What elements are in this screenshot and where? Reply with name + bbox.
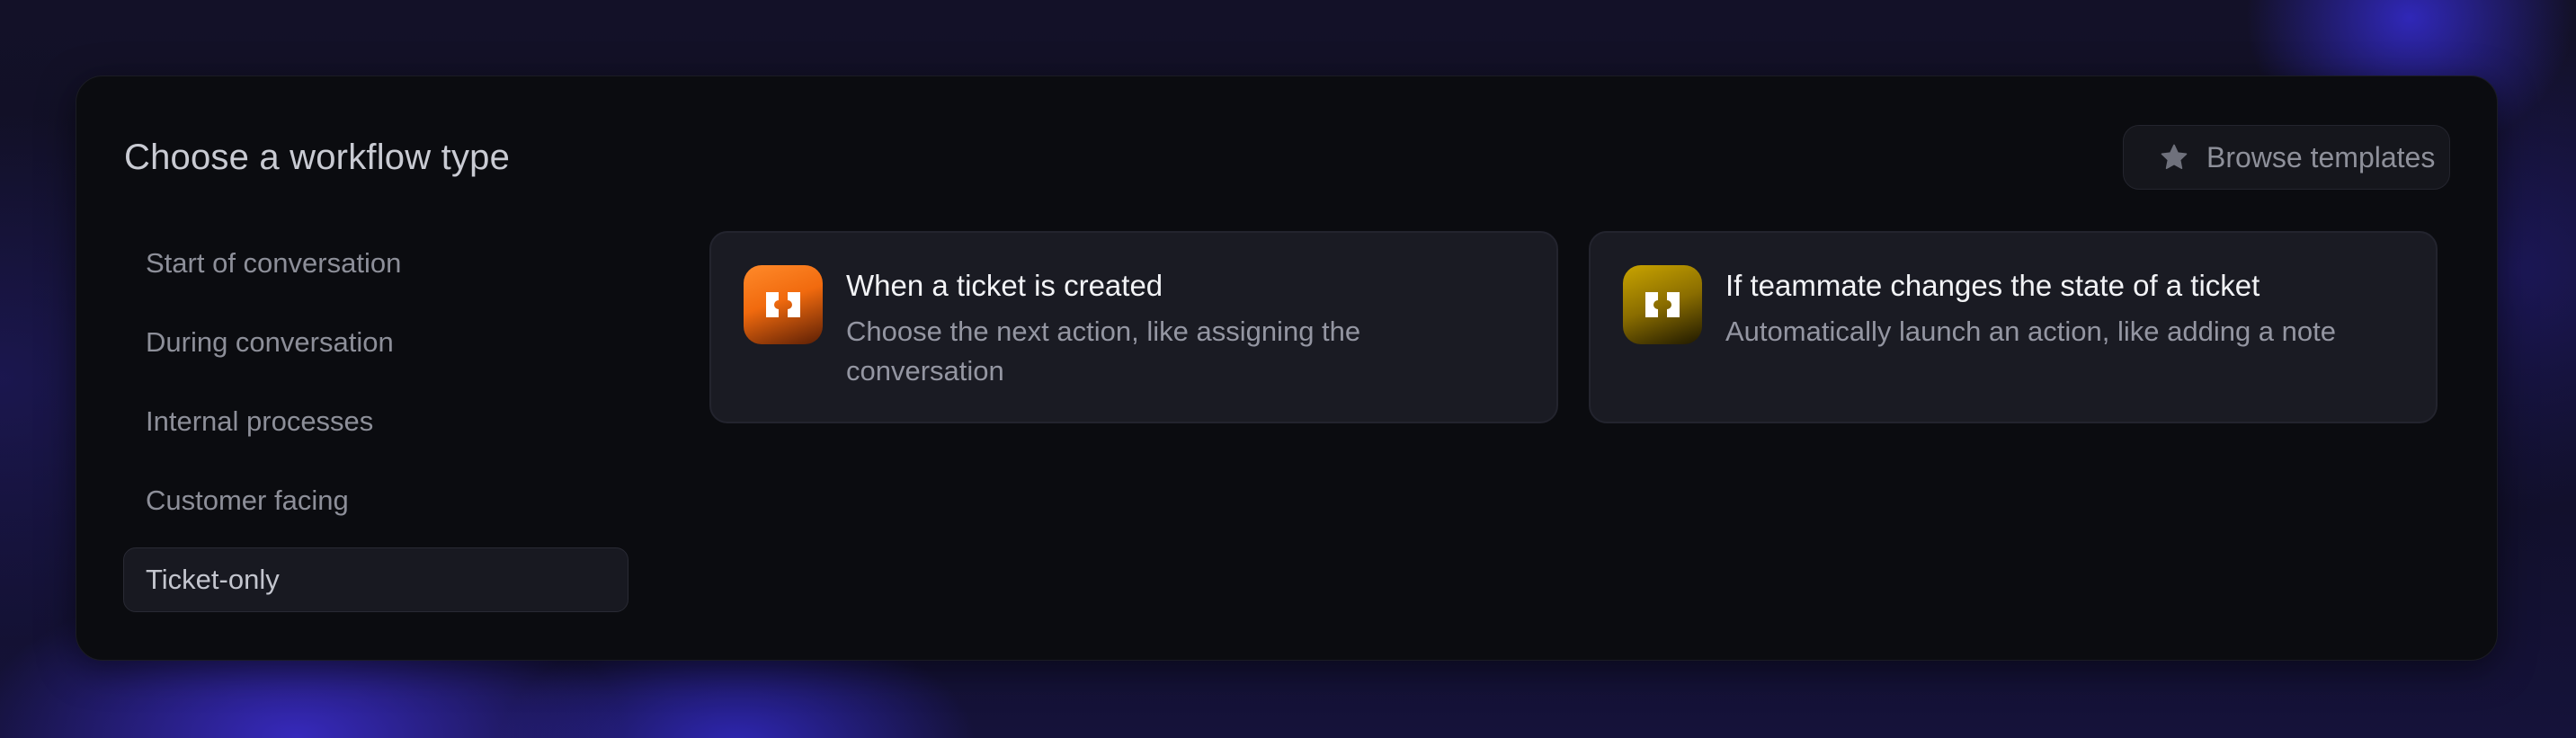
dialog-title: Choose a workflow type bbox=[124, 138, 511, 177]
card-description: Automatically launch an action, like add… bbox=[1725, 316, 2336, 347]
category-during-conversation[interactable]: During conversation bbox=[123, 310, 628, 375]
category-ticket-only[interactable]: Ticket-only bbox=[123, 547, 628, 612]
card-description: Choose the next action, like assigning t… bbox=[846, 316, 1361, 387]
browse-templates-label: Browse templates bbox=[2206, 140, 2436, 173]
star-icon bbox=[2158, 141, 2190, 173]
category-customer-facing[interactable]: Customer facing bbox=[123, 468, 628, 533]
category-start-of-conversation[interactable]: Start of conversation bbox=[123, 231, 628, 296]
workflow-category-list: Start of conversation During conversatio… bbox=[123, 231, 628, 627]
card-title: If teammate changes the state of a ticke… bbox=[1725, 269, 2260, 302]
workflow-card-ticket-created[interactable]: When a ticket is created Choose the next… bbox=[709, 231, 1558, 423]
ticket-icon bbox=[744, 265, 823, 344]
workflow-type-dialog: Choose a workflow type Browse templates … bbox=[76, 76, 2498, 661]
ticket-icon bbox=[1623, 265, 1702, 344]
workflow-card-teammate-changes-state[interactable]: If teammate changes the state of a ticke… bbox=[1589, 231, 2438, 423]
browse-templates-button[interactable]: Browse templates bbox=[2123, 125, 2450, 190]
card-title: When a ticket is created bbox=[846, 269, 1163, 302]
category-internal-processes[interactable]: Internal processes bbox=[123, 389, 628, 454]
